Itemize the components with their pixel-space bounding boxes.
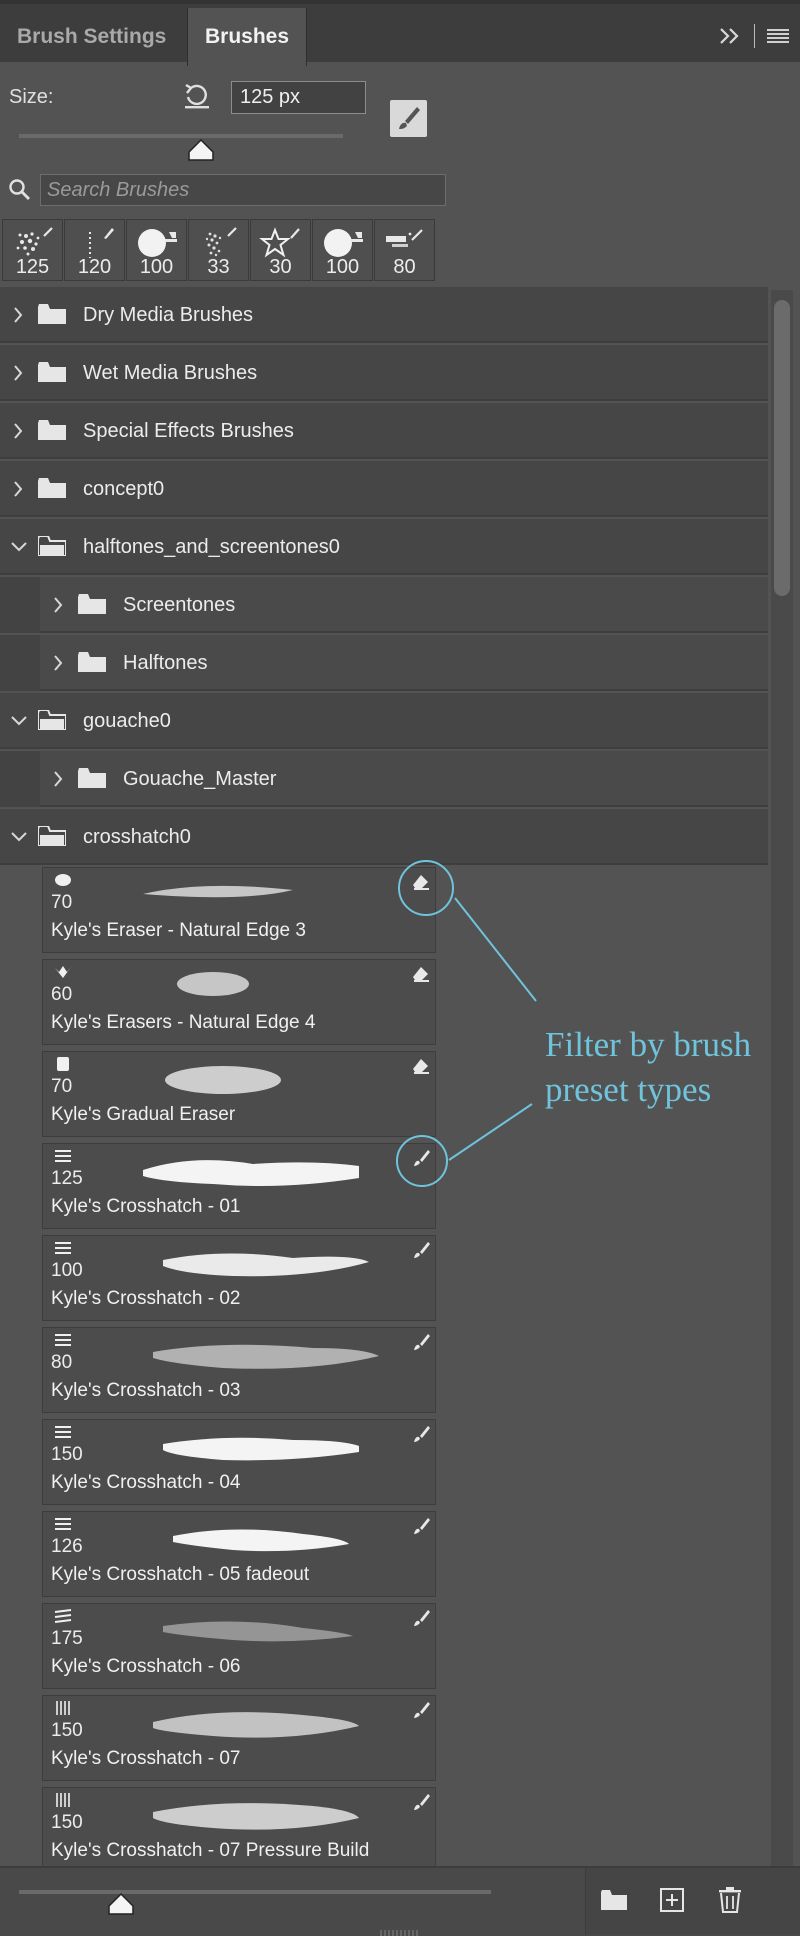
callout-line-2: preset types [545, 1070, 712, 1109]
trash-icon[interactable] [708, 1878, 752, 1922]
resize-grip[interactable] [380, 1930, 420, 1936]
callout-circle-eraser [398, 860, 454, 916]
callout-line-1: Filter by brush [545, 1025, 752, 1064]
callout-text: Filter by brush preset types [545, 1022, 751, 1112]
preview-size-slider-thumb[interactable] [107, 1892, 135, 1916]
callout-overlay [396, 860, 537, 1187]
new-brush-icon[interactable] [650, 1878, 694, 1922]
callout-line [448, 1103, 533, 1161]
callout-line [454, 897, 537, 1002]
callout-circle-brush [396, 1135, 448, 1187]
new-group-icon[interactable] [592, 1878, 636, 1922]
preview-size-slider-track[interactable] [19, 1890, 491, 1894]
